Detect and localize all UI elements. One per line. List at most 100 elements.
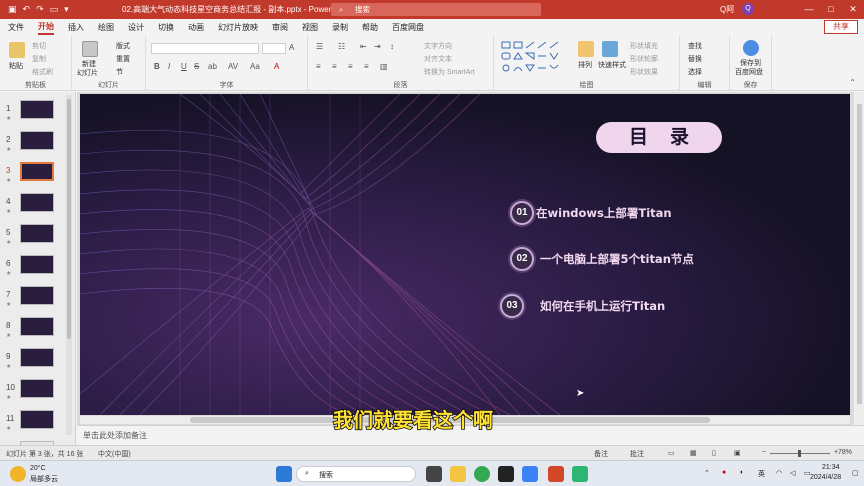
slide-thumbnail[interactable]: 7 ★	[0, 282, 75, 312]
collapse-ribbon-icon[interactable]: ⌃	[849, 78, 856, 87]
shape-outline-button[interactable]: 形状轮廓	[630, 54, 658, 64]
file-explorer-icon[interactable]	[450, 466, 466, 482]
maximize-button[interactable]: □	[820, 0, 842, 19]
slide[interactable]: 目录 01 在windows上部署Titan 02 一个电脑上部署5个titan…	[80, 94, 850, 415]
app-icon-green[interactable]	[572, 466, 588, 482]
slide-thumbnail[interactable]: 10 ★	[0, 375, 75, 405]
bullets-icon[interactable]: ☰	[316, 42, 323, 51]
zoom-level[interactable]: 78%	[838, 449, 852, 456]
copy-button[interactable]: 复制	[32, 54, 46, 64]
tab-view[interactable]: 视图	[302, 22, 318, 33]
columns-icon[interactable]: ▥	[380, 62, 388, 71]
char-spacing-button[interactable]: AV	[228, 62, 238, 71]
tab-animations[interactable]: 动画	[188, 22, 204, 33]
line-spacing-icon[interactable]: ↕	[390, 42, 394, 51]
share-button[interactable]: 共享	[824, 20, 858, 34]
select-button[interactable]: 选择	[688, 67, 702, 77]
tab-home[interactable]: 开始	[38, 21, 54, 35]
tab-design[interactable]: 设计	[128, 22, 144, 33]
start-icon[interactable]	[276, 466, 292, 482]
slide-thumbnail[interactable]: 1 ★	[0, 96, 75, 126]
align-left-icon[interactable]: ≡	[316, 62, 321, 71]
slide-vertical-scrollbar[interactable]	[855, 92, 864, 425]
close-button[interactable]: ✕	[842, 0, 864, 19]
wifi-icon[interactable]: ◠	[776, 469, 782, 477]
smartart-button[interactable]: 转换为 SmartArt	[424, 67, 475, 77]
present-icon[interactable]: ▭	[50, 4, 59, 15]
font-grow-icon[interactable]: A	[289, 43, 294, 52]
tray-app-icon[interactable]: ●	[722, 469, 726, 476]
tab-record[interactable]: 录制	[332, 22, 348, 33]
shape-fill-button[interactable]: 形状填充	[630, 41, 658, 51]
change-case-button[interactable]: Aa	[250, 62, 260, 71]
tab-slideshow[interactable]: 幻灯片放映	[218, 22, 258, 33]
task-view-icon[interactable]	[426, 466, 442, 482]
tab-transitions[interactable]: 切换	[158, 22, 174, 33]
quick-styles-icon[interactable]	[602, 41, 618, 57]
notes-button[interactable]: 备注	[594, 449, 608, 459]
strikethrough-button[interactable]: S	[194, 62, 199, 71]
bold-button[interactable]: B	[154, 62, 160, 71]
slide-thumbnail-selected[interactable]: 3 ★	[0, 158, 75, 188]
reset-button[interactable]: 重置	[116, 54, 130, 64]
notification-icon[interactable]: ▢	[852, 469, 859, 477]
tray-chevron-icon[interactable]: ⌃	[704, 469, 710, 477]
clock-date[interactable]: 2024/4/28	[810, 474, 841, 481]
undo-icon[interactable]: ↶	[23, 4, 31, 15]
layout-button[interactable]: 版式	[116, 41, 130, 51]
taskbar-search[interactable]: ⌕ 搜索	[296, 466, 416, 482]
tab-file[interactable]: 文件	[8, 22, 24, 33]
slide-thumbnail[interactable]: 11 ★	[0, 406, 75, 436]
text-direction-button[interactable]: 文字方向	[424, 41, 452, 51]
app-icon[interactable]	[522, 466, 538, 482]
clock-time[interactable]: 21:34	[822, 464, 840, 471]
new-slide-label2[interactable]: 幻灯片	[77, 68, 98, 78]
format-painter-button[interactable]: 格式刷	[32, 67, 53, 77]
user-name[interactable]: Q阿	[720, 4, 734, 15]
avatar[interactable]: Q	[742, 3, 754, 15]
arrange-icon[interactable]	[578, 41, 594, 57]
volume-icon[interactable]: ◁	[790, 469, 795, 477]
shape-effects-button[interactable]: 形状效果	[630, 67, 658, 77]
minimize-button[interactable]: —	[798, 0, 820, 19]
redo-icon[interactable]: ↷	[36, 4, 44, 15]
slideshow-icon[interactable]: ▣	[734, 449, 741, 457]
chrome-icon[interactable]	[474, 466, 490, 482]
align-text-button[interactable]: 对齐文本	[424, 54, 452, 64]
baidu-cloud-icon[interactable]	[743, 40, 759, 56]
customize-icon[interactable]: ▾	[64, 4, 69, 15]
save-icon[interactable]: ▣	[8, 4, 17, 15]
thumbnails-scrollbar[interactable]	[66, 95, 72, 435]
weather-icon[interactable]	[10, 466, 26, 482]
font-family-combo[interactable]	[151, 43, 259, 54]
justify-icon[interactable]: ≡	[364, 62, 369, 71]
baidu-label[interactable]: 百度网盘	[735, 67, 763, 77]
language-indicator[interactable]: 中文(中国)	[98, 449, 131, 459]
slide-thumbnail[interactable]: 2 ★	[0, 127, 75, 157]
section-button[interactable]: 节	[116, 67, 123, 77]
align-right-icon[interactable]: ≡	[348, 62, 353, 71]
tab-insert[interactable]: 插入	[68, 22, 84, 33]
shapes-gallery[interactable]	[500, 40, 564, 74]
tab-review[interactable]: 审阅	[272, 22, 288, 33]
slide-thumbnail[interactable]: 4 ★	[0, 189, 75, 219]
replace-button[interactable]: 替换	[688, 54, 702, 64]
underline-button[interactable]: U	[181, 62, 187, 71]
tab-baidu[interactable]: 百度网盘	[392, 22, 424, 33]
slide-sorter-icon[interactable]: ▦	[690, 449, 697, 457]
tray-app-icon2[interactable]: ◐	[740, 469, 744, 476]
reading-view-icon[interactable]: ▯	[712, 449, 716, 457]
paste-icon[interactable]	[9, 42, 25, 58]
quick-styles-button[interactable]: 快速样式	[598, 60, 626, 70]
slide-thumbnail[interactable]: 9 ★	[0, 344, 75, 374]
paste-button[interactable]: 粘贴	[9, 61, 23, 71]
normal-view-icon[interactable]: ▭	[668, 449, 675, 457]
new-slide-icon[interactable]	[82, 41, 98, 57]
slide-thumbnail[interactable]: 8 ★	[0, 313, 75, 343]
tab-draw[interactable]: 绘图	[98, 22, 114, 33]
find-button[interactable]: 查找	[688, 41, 702, 51]
zoom-out-icon[interactable]: −	[762, 449, 766, 456]
cut-button[interactable]: 剪切	[32, 41, 46, 51]
font-color-button[interactable]: A	[274, 62, 279, 71]
comments-button[interactable]: 批注	[630, 449, 644, 459]
